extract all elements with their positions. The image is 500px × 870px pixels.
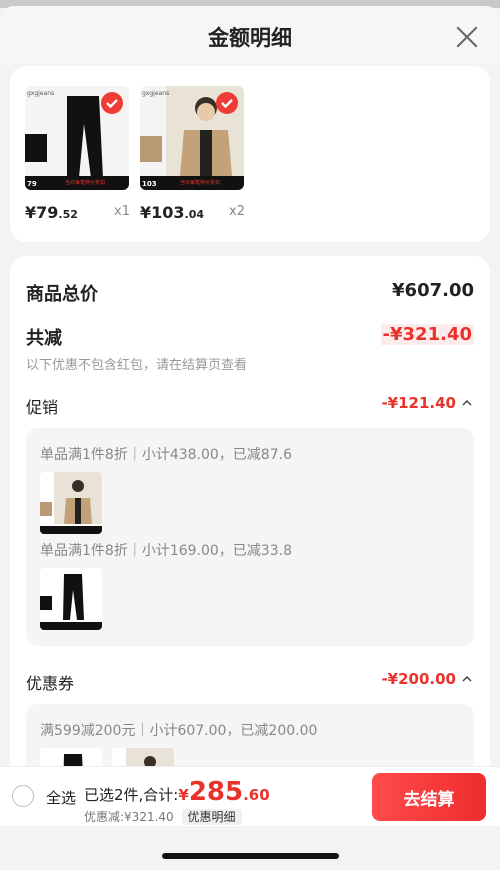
product-image: gxgjeans 79 当日每笔特价折扣 [25, 86, 129, 190]
product-price: ¥79.52 [25, 203, 78, 222]
product-item[interactable]: gxgjeans 79 当日每笔特价折扣 ¥79.52 x1 [25, 86, 133, 222]
select-all-radio[interactable] [12, 785, 34, 807]
product-quantity: x2 [229, 204, 245, 219]
promotion-label: 促销 [26, 398, 59, 417]
select-all-label[interactable]: 全选 [46, 787, 76, 808]
page-title: 金额明细 [208, 26, 292, 50]
home-indicator [162, 853, 339, 859]
promotion-value: -¥121.40 [381, 394, 456, 412]
promotion-details: 单品满1件8折｜小计438.00，已减87.6 单品满1件8折｜小计169.00… [26, 428, 474, 646]
coupon-line: 满599减200元｜小计607.00，已减200.00 [40, 723, 318, 739]
coupon-value: -¥200.00 [381, 670, 456, 688]
coupon-header[interactable]: 优惠券 -¥200.00 [26, 670, 474, 694]
product-price: ¥103.04 [140, 203, 205, 222]
sheet-header: 金额明细 [0, 6, 500, 64]
total-amount: 285 [188, 777, 244, 807]
reduce-row: 共减 -¥321.40 [26, 324, 474, 350]
product-thumbnail [40, 472, 102, 534]
total-value: ¥607.00 [392, 280, 474, 301]
checkout-button[interactable]: 去结算 [372, 773, 486, 821]
product-thumbnail [40, 568, 102, 630]
close-icon[interactable] [454, 24, 480, 50]
selected-check-icon [101, 92, 123, 114]
product-image: gxgjeans 103 当日每笔特价折扣 [140, 86, 244, 190]
checkout-bar: 全选 已选2件,合计:¥285.60 优惠减:¥321.40 优惠明细 去结算 [0, 766, 500, 826]
chevron-up-icon [462, 675, 472, 682]
total-summary: 已选2件,合计:¥285.60 [84, 777, 270, 807]
selected-check-icon [216, 92, 238, 114]
products-card: gxgjeans 79 当日每笔特价折扣 ¥79.52 x1 gxgjeans [10, 66, 490, 242]
promotion-line: 单品满1件8折｜小计169.00，已减33.8 [40, 543, 292, 559]
reduce-value: -¥321.40 [380, 324, 474, 345]
discount-detail-tag[interactable]: 优惠明细 [181, 809, 242, 825]
total-row: 商品总价 ¥607.00 [26, 280, 474, 306]
promotion-header[interactable]: 促销 -¥121.40 [26, 394, 474, 418]
price-detail-card: 商品总价 ¥607.00 共减 -¥321.40 以下优惠不包含红包，请在结算页… [10, 256, 490, 810]
reduce-label: 共减 [26, 328, 62, 349]
total-label: 商品总价 [26, 284, 98, 305]
promotion-line: 单品满1件8折｜小计438.00，已减87.6 [40, 447, 292, 463]
discount-summary: 优惠减:¥321.40 优惠明细 [84, 808, 242, 825]
chevron-up-icon [462, 399, 472, 406]
product-item[interactable]: gxgjeans 103 当日每笔特价折扣 ¥103.04 x2 [140, 86, 248, 222]
product-quantity: x1 [114, 204, 130, 219]
coupon-label: 优惠券 [26, 674, 75, 693]
discount-note: 以下优惠不包含红包，请在结算页查看 [26, 358, 248, 373]
